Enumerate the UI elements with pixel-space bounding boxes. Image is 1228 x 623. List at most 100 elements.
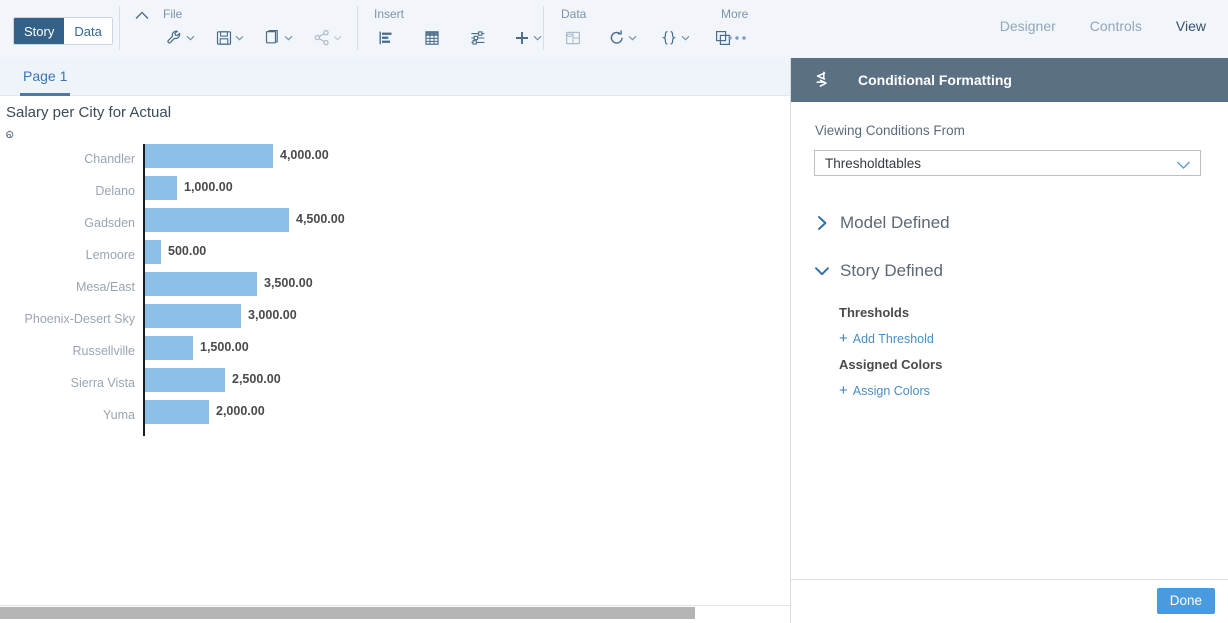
menu-designer[interactable]: Designer <box>1000 18 1056 34</box>
bar-row[interactable]: Lemoore 500.00 <box>0 240 700 272</box>
bar-row[interactable]: Chandler 4,000.00 <box>0 144 700 176</box>
group-label-data: Data <box>561 7 587 21</box>
bar[interactable] <box>145 304 241 328</box>
chevron-down-icon[interactable] <box>813 266 831 277</box>
group-label-file: File <box>163 7 183 21</box>
bar-category-label: Delano <box>95 184 135 198</box>
chevron-down-icon[interactable] <box>186 35 195 41</box>
bar[interactable] <box>145 208 289 232</box>
settings-gear-icon[interactable] <box>3 129 15 141</box>
chevron-down-icon[interactable] <box>284 35 293 41</box>
group-label-more: More <box>721 7 749 21</box>
menu-view[interactable]: View <box>1176 18 1206 34</box>
bar-row[interactable]: Delano 1,000.00 <box>0 176 700 208</box>
copy-icon[interactable] <box>261 26 296 50</box>
bar-category-label: Sierra Vista <box>70 376 135 390</box>
insert-table-icon[interactable] <box>420 26 444 50</box>
bar[interactable] <box>145 176 177 200</box>
bar-row[interactable]: Sierra Vista 2,500.00 <box>0 368 700 400</box>
toggle-story[interactable]: Story <box>14 18 65 44</box>
bar-category-label: Lemoore <box>85 248 135 262</box>
bar[interactable] <box>145 272 257 296</box>
bar-row[interactable]: Gadsden 4,500.00 <box>0 208 700 240</box>
menu-controls[interactable]: Controls <box>1090 18 1142 34</box>
viewing-conditions-select[interactable]: Thresholdtables <box>814 150 1201 176</box>
done-button[interactable]: Done <box>1156 588 1215 614</box>
horizontal-scrollbar-thumb[interactable] <box>0 607 695 619</box>
group-label-insert: Insert <box>374 7 405 21</box>
toggle-data[interactable]: Data <box>64 18 112 44</box>
chevron-right-icon[interactable] <box>813 215 831 231</box>
insert-filter-icon[interactable] <box>466 26 490 50</box>
section-title: Story Defined <box>840 261 943 280</box>
tab-page-1[interactable]: Page 1 <box>20 58 71 96</box>
conditional-formatting-icon <box>811 69 833 91</box>
assign-colors-link[interactable]: + Assign Colors <box>839 383 930 398</box>
panel-title: Conditional Formatting <box>858 72 1012 88</box>
formula-braces-icon[interactable] <box>656 26 693 50</box>
top-toolbar: Story Data File Insert Data More Designe… <box>0 0 1228 58</box>
save-icon[interactable] <box>212 26 247 50</box>
bar-category-label: Chandler <box>84 152 135 166</box>
bar-chart[interactable]: Chandler 4,000.00 Delano 1,000.00 Gadsden 4,5… <box>0 144 700 444</box>
bar-value-label: 3,500.00 <box>264 276 313 290</box>
story-data-toggle[interactable]: Story Data <box>13 17 113 45</box>
section-title: Model Defined <box>840 213 950 232</box>
bar-row[interactable]: Phoenix-Desert Sky 3,000.00 <box>0 304 700 336</box>
collapse-toolbar-chevron-up-icon[interactable] <box>133 6 151 24</box>
bar-row[interactable]: Russellville 1,500.00 <box>0 336 700 368</box>
tools-wrench-icon[interactable] <box>163 26 198 50</box>
bar[interactable] <box>145 368 225 392</box>
plus-icon: + <box>839 330 848 347</box>
plus-icon: + <box>839 382 848 399</box>
bar-value-label: 2,000.00 <box>216 404 265 418</box>
bar-row[interactable]: Mesa/East 3,500.00 <box>0 272 700 304</box>
insert-add-icon[interactable] <box>510 26 545 50</box>
select-value: Thresholdtables <box>825 155 922 171</box>
toolbar-divider-3 <box>543 6 544 50</box>
assign-colors-label: Assign Colors <box>852 383 930 398</box>
insert-chart-icon[interactable] <box>374 26 398 50</box>
bar[interactable] <box>145 400 209 424</box>
bar-value-label: 4,000.00 <box>280 148 329 162</box>
bar-row[interactable]: Yuma 2,000.00 <box>0 400 700 432</box>
panel-header: Conditional Formatting <box>791 58 1228 102</box>
add-threshold-label: Add Threshold <box>852 331 934 346</box>
bar[interactable] <box>145 144 273 168</box>
bar-category-label: Yuma <box>103 408 135 422</box>
section-story-defined[interactable]: Story Defined <box>813 261 943 281</box>
page-tab-bar: Page 1 <box>0 58 790 96</box>
assigned-colors-heading: Assigned Colors <box>839 357 943 372</box>
toolbar-divider-2 <box>357 6 358 50</box>
bar-value-label: 500.00 <box>168 244 207 258</box>
bar-value-label: 4,500.00 <box>296 212 345 226</box>
bar-value-label: 3,000.00 <box>248 308 297 322</box>
bar-category-label: Russellville <box>72 344 135 358</box>
toolbar-divider-1 <box>119 6 120 50</box>
overflow-dots-icon[interactable] <box>723 26 751 50</box>
panel-body: Viewing Conditions From Thresholdtables … <box>791 102 1228 579</box>
bar[interactable] <box>145 240 161 264</box>
chevron-down-icon[interactable] <box>681 35 690 41</box>
add-threshold-link[interactable]: + Add Threshold <box>839 331 934 346</box>
story-canvas: Salary per City for Actual Chandler 4,000… <box>0 96 790 605</box>
chevron-down-icon[interactable] <box>1176 157 1191 175</box>
chevron-down-icon[interactable] <box>628 35 637 41</box>
bar-value-label: 1,000.00 <box>184 180 233 194</box>
section-model-defined[interactable]: Model Defined <box>813 213 950 233</box>
bar[interactable] <box>145 336 193 360</box>
conditional-formatting-panel: Conditional Formatting Viewing Condition… <box>790 58 1228 623</box>
chevron-down-icon[interactable] <box>235 35 244 41</box>
chevron-down-icon[interactable] <box>333 35 342 41</box>
bar-category-label: Mesa/East <box>75 280 135 294</box>
bar-category-label: Gadsden <box>84 216 135 230</box>
chart-title: Salary per City for Actual <box>6 104 172 121</box>
data-source-icon[interactable] <box>561 26 585 50</box>
refresh-icon[interactable] <box>605 26 640 50</box>
bar-value-label: 1,500.00 <box>200 340 249 354</box>
chevron-down-icon[interactable] <box>533 35 542 41</box>
bar-category-label: Phoenix-Desert Sky <box>24 312 135 326</box>
bar-value-label: 2,500.00 <box>232 372 281 386</box>
viewing-conditions-label: Viewing Conditions From <box>815 123 965 138</box>
share-icon[interactable] <box>310 26 345 50</box>
